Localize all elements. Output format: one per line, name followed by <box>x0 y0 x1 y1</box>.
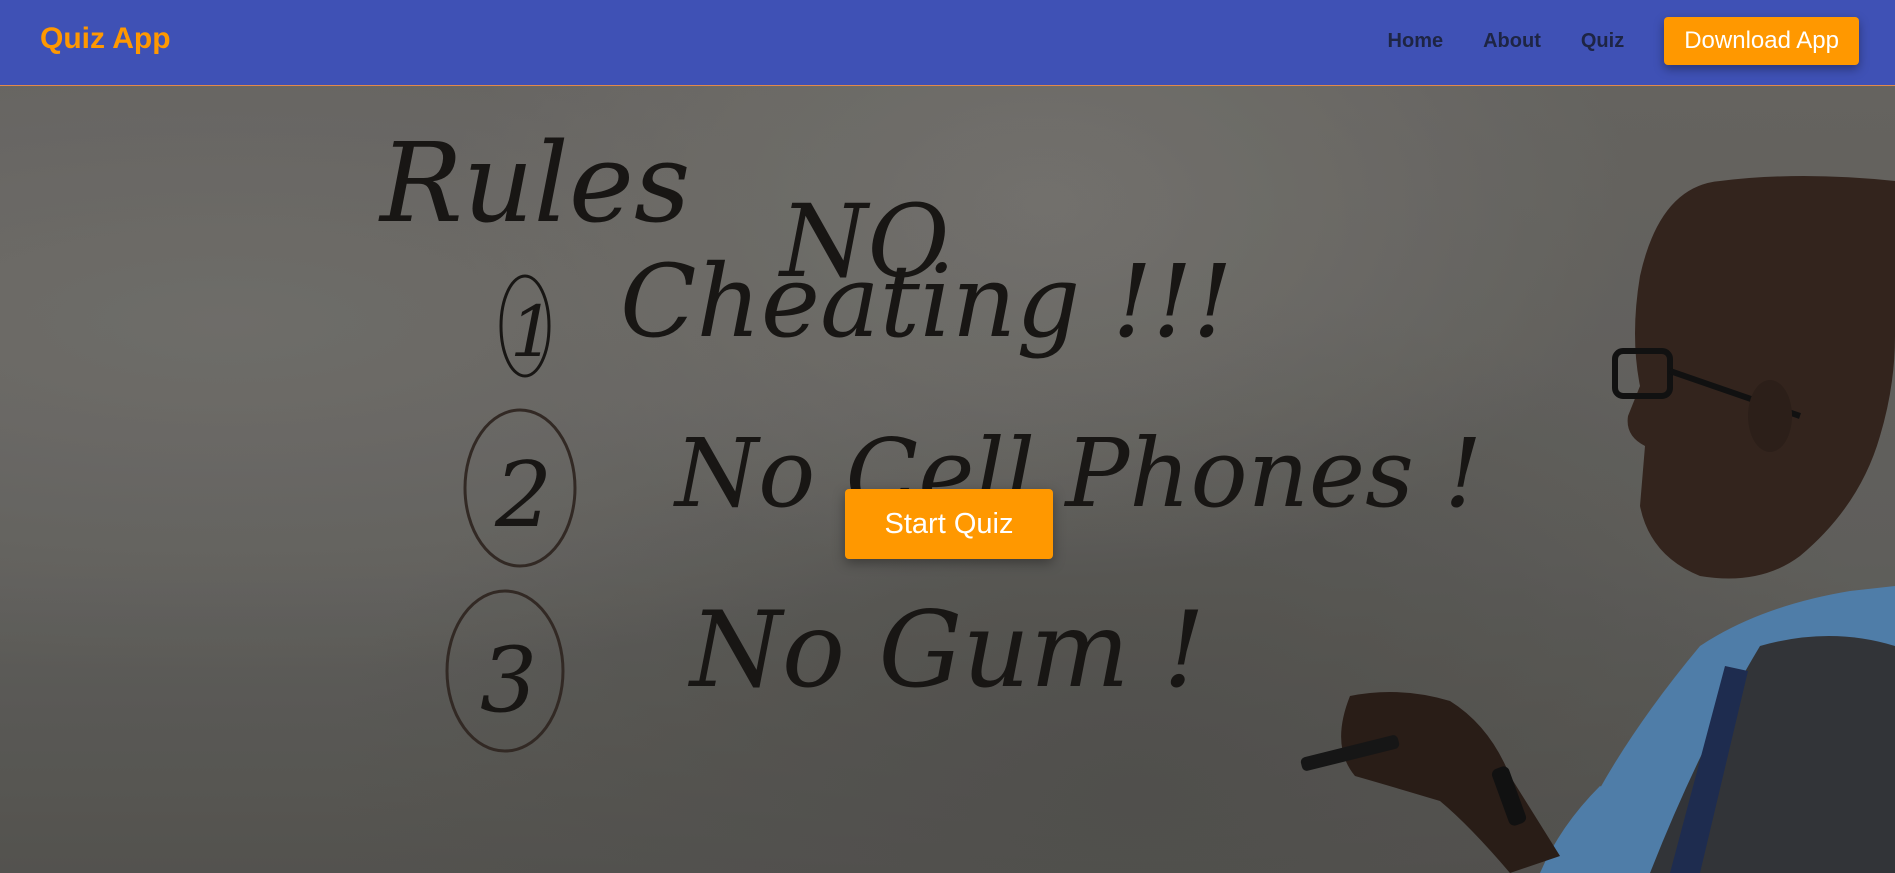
download-app-button[interactable]: Download App <box>1664 17 1859 65</box>
start-quiz-button[interactable]: Start Quiz <box>845 489 1053 559</box>
brand-logo[interactable]: Quiz App <box>40 22 171 56</box>
hero-section: Rules NO 1 Cheating !!! 2 No Cell Phones… <box>0 86 1895 873</box>
page: Quiz App Home About Quiz Download App Ru… <box>0 0 1895 873</box>
nav-links: Home About Quiz Download App <box>1388 17 1859 65</box>
nav-link-about[interactable]: About <box>1483 30 1541 53</box>
nav-link-quiz[interactable]: Quiz <box>1581 30 1624 53</box>
hero-background-image: Rules NO 1 Cheating !!! 2 No Cell Phones… <box>0 86 1895 873</box>
nav-link-home[interactable]: Home <box>1388 30 1444 53</box>
top-navbar: Quiz App Home About Quiz Download App <box>0 0 1895 86</box>
